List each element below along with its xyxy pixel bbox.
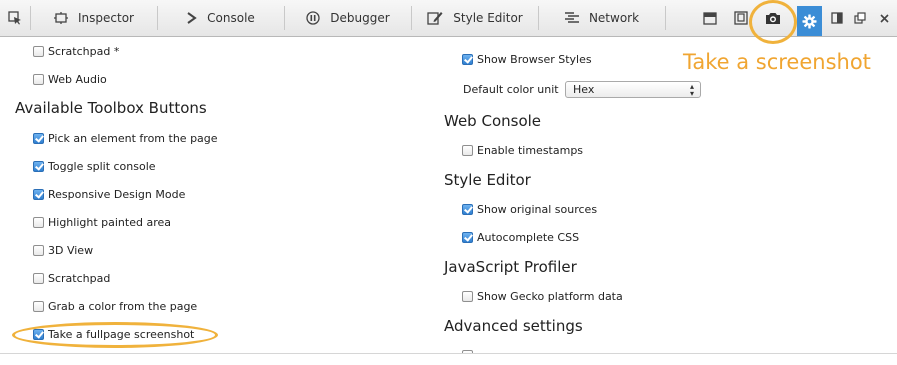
checkbox[interactable] xyxy=(33,160,44,172)
settings-tab[interactable] xyxy=(797,6,822,36)
checkbox[interactable] xyxy=(33,216,44,228)
checkbox[interactable] xyxy=(462,203,473,215)
option-highlight-painted[interactable]: Highlight painted area xyxy=(33,214,171,230)
split-console-button[interactable] xyxy=(699,7,721,29)
option-label: Toggle split console xyxy=(48,159,156,173)
tab-network[interactable]: Network xyxy=(539,6,666,30)
option-label: Web Audio xyxy=(48,72,107,86)
option-label: Show original sources xyxy=(477,202,598,216)
color-unit-select[interactable]: Hex ▴ ▾ xyxy=(565,81,701,98)
option-show-original-sources[interactable]: Show original sources xyxy=(462,201,597,217)
responsive-design-icon xyxy=(734,11,748,25)
option-label: Grab a color from the page xyxy=(48,299,198,313)
checkbox[interactable] xyxy=(33,188,44,200)
close-button[interactable] xyxy=(873,7,895,29)
option-fullpage-screenshot[interactable]: Take a fullpage screenshot xyxy=(33,326,194,342)
undock-button[interactable] xyxy=(849,7,871,29)
checkbox[interactable] xyxy=(462,144,473,156)
checkbox[interactable] xyxy=(33,244,44,256)
option-label: Scratchpad * xyxy=(48,44,120,58)
option-label: 3D View xyxy=(48,243,94,257)
select-arrows-icon: ▴ ▾ xyxy=(689,82,694,98)
tab-label: Debugger xyxy=(330,11,390,25)
pick-element-icon xyxy=(8,11,21,25)
checkbox[interactable] xyxy=(33,132,44,144)
section-title-advanced-settings: Advanced settings xyxy=(444,317,583,335)
dock-side-button[interactable] xyxy=(826,7,848,29)
checkbox[interactable] xyxy=(33,272,44,284)
section-title-web-console: Web Console xyxy=(444,112,542,130)
pick-element-button[interactable] xyxy=(0,6,31,30)
console-icon xyxy=(187,12,197,24)
split-console-icon xyxy=(703,11,717,25)
option-pick-element[interactable]: Pick an element from the page xyxy=(33,130,218,146)
network-icon xyxy=(564,12,579,24)
inspector-icon xyxy=(54,12,68,24)
gear-icon xyxy=(802,13,817,29)
dock-side-icon xyxy=(831,12,843,24)
checkbox[interactable] xyxy=(462,290,473,302)
option-label: Enable timestamps xyxy=(477,143,584,157)
checkbox[interactable] xyxy=(462,53,473,65)
option-enable-timestamps[interactable]: Enable timestamps xyxy=(462,142,583,158)
tab-debugger[interactable]: Debugger xyxy=(285,6,412,30)
section-title-js-profiler: JavaScript Profiler xyxy=(444,258,577,276)
option-scratchpad[interactable]: Scratchpad xyxy=(33,270,110,286)
devtools-toolbar: Inspector Console Debugger Style Editor … xyxy=(0,0,897,37)
option-label: Autocomplete CSS xyxy=(477,230,580,244)
tab-inspector[interactable]: Inspector xyxy=(31,6,158,30)
divider xyxy=(0,353,897,354)
option-3d-view[interactable]: 3D View xyxy=(33,242,93,258)
tab-label: Network xyxy=(588,11,640,25)
option-web-audio[interactable]: Web Audio xyxy=(33,71,107,87)
checkbox[interactable] xyxy=(33,45,44,57)
option-label: Show Gecko platform data xyxy=(477,289,623,303)
tab-label: Console xyxy=(207,11,255,25)
option-label: Show Browser Styles xyxy=(477,52,592,66)
option-show-browser-styles[interactable]: Show Browser Styles xyxy=(462,51,592,67)
checkbox[interactable] xyxy=(33,73,44,85)
option-toggle-split-console[interactable]: Toggle split console xyxy=(33,158,156,174)
option-label: Take a fullpage screenshot xyxy=(48,327,195,341)
settings-panel: Scratchpad * Web Audio Available Toolbox… xyxy=(0,37,897,353)
option-grab-color[interactable]: Grab a color from the page xyxy=(33,298,197,314)
default-color-unit-label: Default color unit xyxy=(463,82,559,96)
undock-window-icon xyxy=(854,12,866,24)
camera-icon xyxy=(766,12,780,24)
debugger-pause-icon xyxy=(306,11,320,25)
tab-console[interactable]: Console xyxy=(158,6,285,30)
checkbox[interactable] xyxy=(462,231,473,243)
annotation-take-a-screenshot: Take a screenshot xyxy=(683,50,871,74)
style-editor-icon xyxy=(427,11,443,25)
section-title-toolbox-buttons: Available Toolbox Buttons xyxy=(15,99,207,117)
option-responsive-design[interactable]: Responsive Design Mode xyxy=(33,186,185,202)
tab-label: Inspector xyxy=(78,11,134,25)
option-label: Responsive Design Mode xyxy=(48,187,186,201)
option-label: Scratchpad xyxy=(48,271,111,285)
option-show-gecko-platform-data[interactable]: Show Gecko platform data xyxy=(462,288,623,304)
option-label: Pick an element from the page xyxy=(48,131,218,145)
tab-style-editor[interactable]: Style Editor xyxy=(412,6,539,30)
option-scratchpad-star[interactable]: Scratchpad * xyxy=(33,43,119,59)
checkbox[interactable] xyxy=(33,300,44,312)
tab-label: Style Editor xyxy=(453,11,523,25)
section-title-style-editor: Style Editor xyxy=(444,171,531,189)
close-icon xyxy=(879,13,889,23)
responsive-design-button[interactable] xyxy=(730,7,752,29)
option-label: Highlight painted area xyxy=(48,215,171,229)
checkbox[interactable] xyxy=(33,328,44,340)
select-value: Hex xyxy=(573,83,595,96)
screenshot-button[interactable] xyxy=(762,7,784,29)
option-autocomplete-css[interactable]: Autocomplete CSS xyxy=(462,229,579,245)
